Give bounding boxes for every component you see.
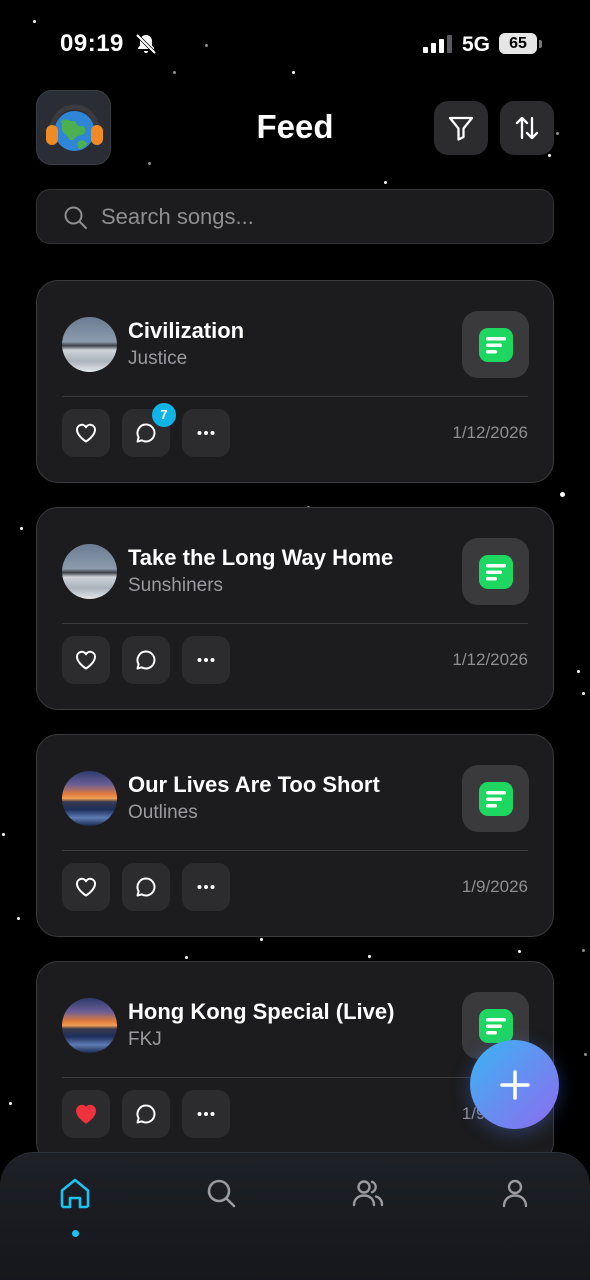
active-tab-indicator	[72, 1230, 79, 1237]
search-input[interactable]	[101, 190, 541, 243]
more-dots-icon	[197, 1112, 215, 1116]
comment-button[interactable]	[122, 636, 170, 684]
profile-icon	[502, 1179, 528, 1208]
home-icon	[60, 1178, 90, 1209]
spotify-icon	[478, 554, 513, 589]
song-artist: Outlines	[128, 802, 198, 823]
sort-icon	[515, 116, 539, 140]
tab-search[interactable]	[203, 1175, 239, 1211]
open-in-spotify-button[interactable]	[462, 765, 529, 832]
sort-button[interactable]	[500, 101, 554, 155]
heart-icon	[76, 877, 96, 897]
filter-icon	[448, 116, 474, 141]
card-divider	[62, 396, 528, 397]
like-button[interactable]	[62, 1090, 110, 1138]
song-title: Take the Long Way Home	[128, 545, 394, 570]
song-artist: FKJ	[128, 1029, 162, 1050]
comment-icon	[136, 423, 156, 443]
card-divider	[62, 623, 528, 624]
post-date: 1/12/2026	[452, 650, 528, 669]
open-in-spotify-button[interactable]	[462, 538, 529, 605]
feed-card[interactable]: Civilization Justice 7 1/12/2026	[36, 280, 554, 483]
post-date: 1/12/2026	[452, 423, 528, 442]
more-options-button[interactable]	[182, 863, 230, 911]
more-dots-icon	[197, 885, 215, 889]
album-art	[62, 544, 117, 599]
song-artist: Sunshiners	[128, 575, 224, 596]
like-button[interactable]	[62, 409, 110, 457]
plus-icon	[499, 1069, 530, 1100]
tab-home[interactable]	[57, 1175, 93, 1211]
more-options-button[interactable]	[182, 636, 230, 684]
like-button[interactable]	[62, 636, 110, 684]
battery-indicator: 65	[499, 33, 537, 54]
song-artist: Justice	[128, 348, 188, 369]
cellular-signal-icon	[423, 34, 453, 54]
status-bar: 09:19 5G 65	[0, 26, 590, 66]
search-bar[interactable]	[36, 189, 554, 244]
bell-muted-icon	[134, 32, 158, 56]
open-in-spotify-button[interactable]	[462, 311, 529, 378]
comment-icon	[136, 650, 156, 670]
battery-tip	[539, 40, 542, 48]
song-title: Our Lives Are Too Short	[128, 772, 380, 797]
filter-button[interactable]	[434, 101, 488, 155]
comment-icon	[136, 1104, 156, 1124]
more-dots-icon	[197, 658, 215, 662]
heart-filled-icon	[76, 1104, 96, 1124]
feed-card[interactable]: Our Lives Are Too Short Outlines 1/9/202…	[36, 734, 554, 937]
status-time: 09:19	[60, 30, 124, 57]
comment-button[interactable]	[122, 1090, 170, 1138]
heart-icon	[76, 650, 96, 670]
album-art	[62, 998, 117, 1053]
bottom-tab-bar	[0, 1152, 590, 1280]
comment-button[interactable]	[122, 863, 170, 911]
album-art	[62, 317, 117, 372]
album-art	[62, 771, 117, 826]
search-icon	[63, 205, 88, 230]
more-options-button[interactable]	[182, 1090, 230, 1138]
post-date: 1/9/2026	[461, 877, 528, 896]
more-options-button[interactable]	[182, 409, 230, 457]
friends-icon	[352, 1180, 384, 1207]
comment-icon	[136, 877, 156, 897]
feed-screen: 09:19 5G 65 Feed Search songs... Civiliz…	[0, 0, 590, 1280]
tab-profile[interactable]	[497, 1175, 533, 1211]
tab-friends[interactable]	[350, 1175, 386, 1211]
feed-card[interactable]: Take the Long Way Home Sunshiners 1/12/2…	[36, 507, 554, 710]
spotify-icon	[478, 1008, 513, 1043]
like-button[interactable]	[62, 863, 110, 911]
more-dots-icon	[197, 431, 215, 435]
song-title: Hong Kong Special (Live)	[128, 999, 395, 1024]
spotify-icon	[478, 781, 513, 816]
card-divider	[62, 1077, 528, 1078]
card-divider	[62, 850, 528, 851]
add-song-button[interactable]	[470, 1040, 559, 1129]
spotify-icon	[478, 327, 513, 362]
comment-count-badge: 7	[152, 403, 176, 427]
heart-icon	[76, 423, 96, 443]
network-type: 5G	[462, 33, 491, 56]
song-title: Civilization	[128, 318, 245, 343]
search-icon	[207, 1179, 236, 1208]
